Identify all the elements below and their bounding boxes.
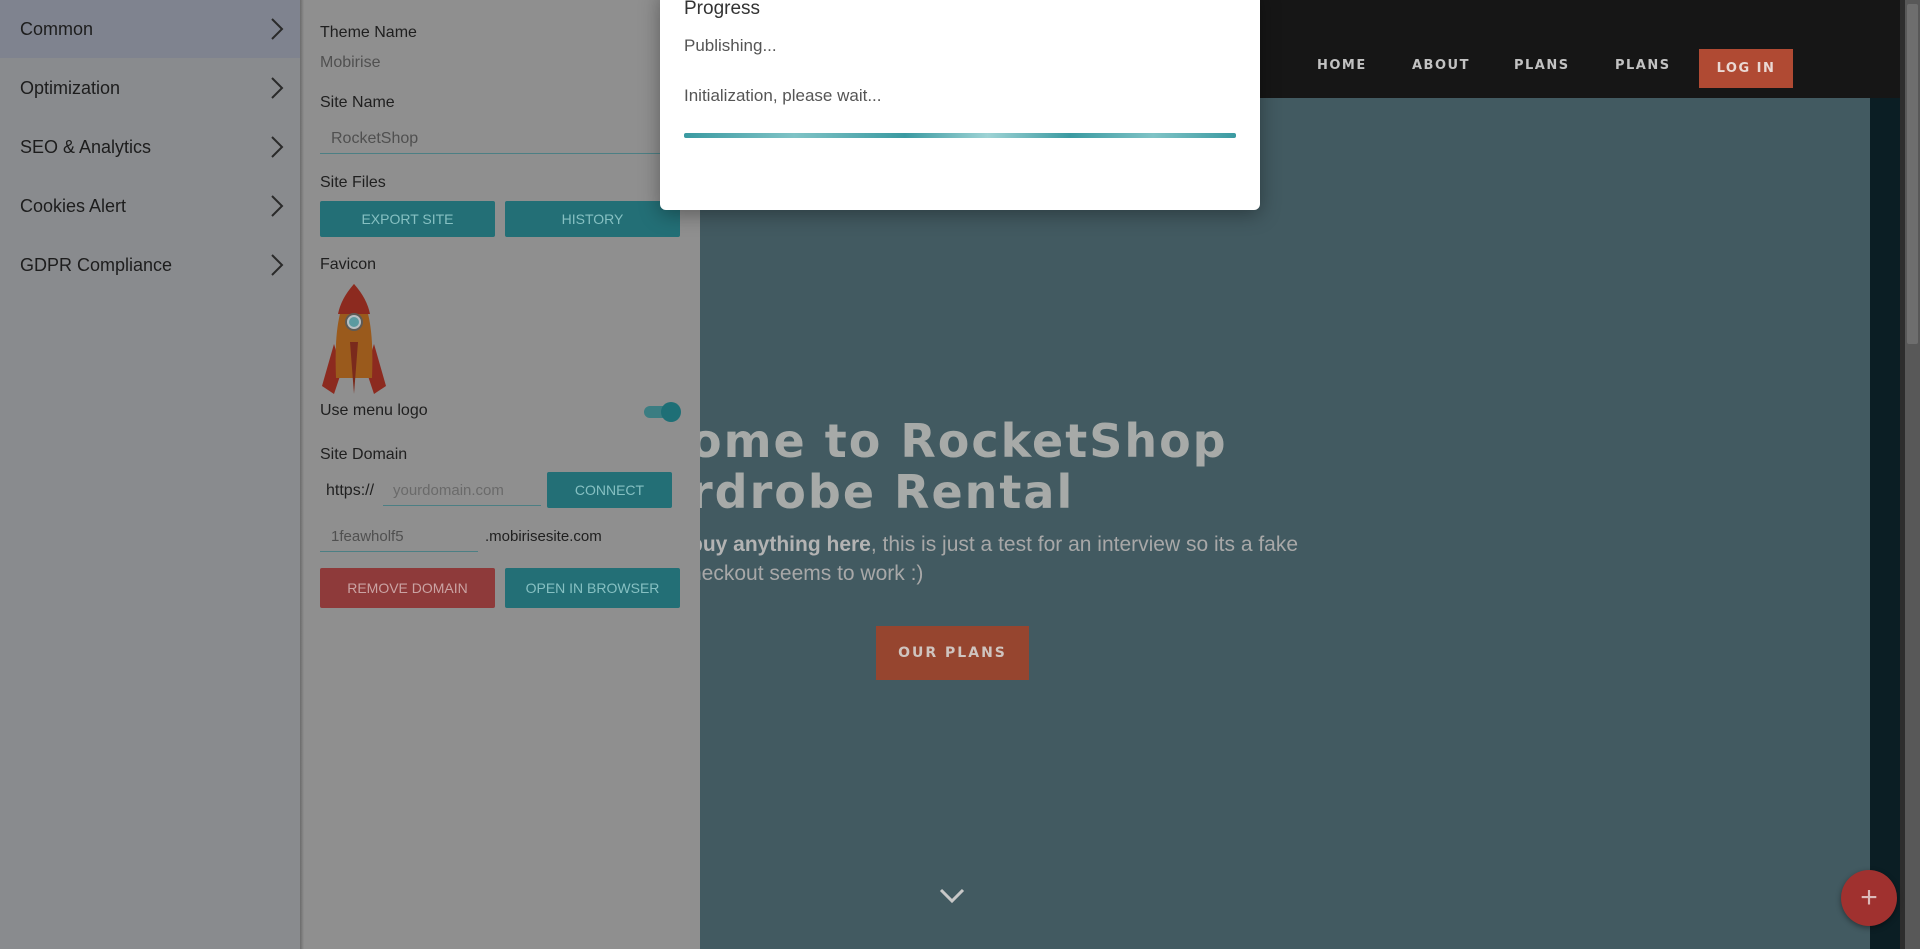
chevron-right-icon — [271, 136, 284, 158]
https-prefix: https:// — [326, 482, 375, 499]
domain-input[interactable]: yourdomain.com — [393, 482, 504, 499]
menu-item-seo-analytics[interactable]: SEO & Analytics — [0, 118, 300, 176]
theme-name-value: Mobirise — [320, 54, 381, 71]
theme-name-label: Theme Name — [320, 24, 417, 41]
progress-status: Publishing... — [684, 36, 777, 55]
use-menu-logo-label: Use menu logo — [320, 402, 428, 419]
menu-item-optimization[interactable]: Optimization — [0, 59, 300, 117]
subdomain-suffix: .mobirisesite.com — [485, 528, 602, 545]
hero-title-line-2: rdrobe Rental — [690, 465, 1075, 519]
hero-text-rest: , this is just a test for an interview s… — [870, 533, 1299, 556]
menu-item-gdpr[interactable]: GDPR Compliance — [0, 236, 300, 294]
chevron-down-icon[interactable] — [939, 888, 965, 904]
menu-item-label: Optimization — [20, 77, 121, 98]
domain-input-underline — [383, 505, 541, 506]
hero-title: ome to RocketShop rdrobe Rental — [690, 416, 1690, 518]
chevron-right-icon — [271, 18, 284, 40]
progress-title: Progress — [684, 0, 761, 19]
subdomain-input[interactable]: 1feawholf5 — [331, 528, 404, 545]
menu-item-label: Cookies Alert — [20, 195, 127, 216]
menu-divider-shadow — [300, 0, 304, 949]
site-name-label: Site Name — [320, 94, 395, 111]
progress-bar — [684, 133, 1236, 138]
remove-domain-button[interactable]: REMOVE DOMAIN — [320, 568, 495, 608]
add-block-button[interactable]: + — [1841, 870, 1897, 926]
export-site-button[interactable]: EXPORT SITE — [320, 201, 495, 237]
site-name-underline — [320, 153, 680, 154]
use-menu-logo-toggle[interactable] — [644, 402, 681, 422]
settings-menu: Common Optimization SEO & Analytics Cook… — [0, 0, 300, 949]
hero-section — [700, 98, 1870, 949]
rocket-icon[interactable] — [320, 282, 388, 396]
subdomain-underline — [320, 551, 478, 552]
progress-dialog: Progress Publishing... Initialization, p… — [660, 0, 1260, 210]
hero-title-line-1: ome to RocketShop — [690, 414, 1228, 468]
hero-text-bold: buy anything here — [690, 533, 871, 556]
open-in-browser-button[interactable]: OPEN IN BROWSER — [505, 568, 680, 608]
connect-button[interactable]: CONNECT — [547, 472, 672, 508]
menu-item-label: Common — [20, 18, 94, 39]
site-domain-label: Site Domain — [320, 446, 408, 463]
login-button[interactable]: LOG IN — [1699, 49, 1793, 88]
site-files-label: Site Files — [320, 174, 386, 191]
nav-link-plans[interactable]: PLANS — [1514, 58, 1570, 73]
preview-scroll-thumb[interactable] — [1907, 4, 1918, 344]
progress-message: Initialization, please wait... — [684, 86, 882, 105]
nav-link-home[interactable]: HOME — [1317, 58, 1367, 73]
toggle-knob — [661, 402, 681, 422]
history-button[interactable]: HISTORY — [505, 201, 680, 237]
common-settings-panel: Theme Name Mobirise Site Name RocketShop… — [300, 0, 700, 949]
menu-item-common[interactable]: Common — [0, 0, 300, 58]
hero-text-line-2: heckout seems to work :) — [690, 562, 924, 585]
chevron-right-icon — [271, 195, 284, 217]
site-name-input[interactable]: RocketShop — [331, 130, 418, 148]
our-plans-button[interactable]: OUR PLANS — [876, 626, 1029, 680]
chevron-right-icon — [271, 77, 284, 99]
hero-text: buy anything here, this is just a test f… — [690, 530, 1590, 588]
nav-link-about[interactable]: ABOUT — [1412, 58, 1470, 73]
menu-item-label: GDPR Compliance — [20, 254, 173, 275]
plus-icon: + — [1860, 881, 1878, 914]
chevron-right-icon — [271, 254, 284, 276]
menu-item-cookies-alert[interactable]: Cookies Alert — [0, 177, 300, 235]
menu-item-label: SEO & Analytics — [20, 136, 152, 157]
preview-scrollbar[interactable] — [1905, 0, 1920, 949]
nav-link-plans-2[interactable]: PLANS — [1615, 58, 1671, 73]
favicon-label: Favicon — [320, 256, 377, 273]
